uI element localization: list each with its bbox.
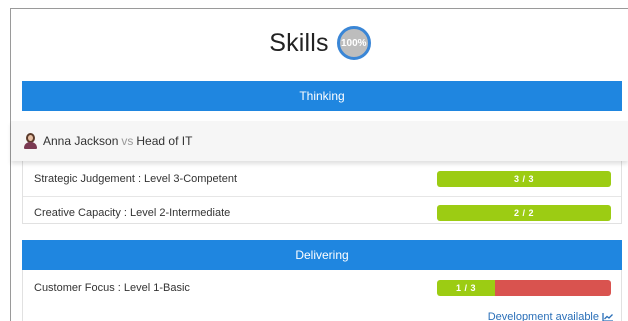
development-available-link[interactable]: Development available [488,311,614,321]
page-title: Skills [269,28,329,57]
avatar [23,133,37,149]
progress-fill: 1 / 3 [437,280,495,296]
comparison-bar: Anna Jackson vs Head of IT [11,121,628,161]
progress-fill: 3 / 3 [437,171,611,187]
section-panel-delivering: Customer Focus : Level 1-Basic 1 / 3 Dev… [22,270,622,321]
section-panel-thinking: Strategic Judgement : Level 3-Competent … [22,161,622,224]
development-link-label: Development available [487,311,599,321]
section-header-delivering[interactable]: Delivering [22,240,622,270]
skill-label: Customer Focus : Level 1-Basic [34,282,190,294]
vs-label: vs [121,134,134,148]
skill-progress-bar: 3 / 3 [437,171,611,187]
progress-text: 3 / 3 [513,174,534,184]
skill-row: Strategic Judgement : Level 3-Competent … [23,170,621,188]
title-row: Skills 100% [11,25,628,61]
progress-text: 2 / 2 [513,208,534,218]
progress-fill: 2 / 2 [437,205,611,221]
target-role: Head of IT [136,134,193,148]
skill-label: Strategic Judgement : Level 3-Competent [34,173,238,185]
trend-chart-icon [602,313,613,321]
skill-progress-bar: 1 / 3 [437,280,611,296]
skill-row: Customer Focus : Level 1-Basic 1 / 3 [23,279,621,297]
section-header-thinking[interactable]: Thinking [22,81,622,111]
skill-progress-bar: 2 / 2 [437,205,611,221]
score-badge: 100% [336,26,371,60]
skills-card: Skills 100% Thinking Strategic Judgement… [10,8,628,321]
progress-text: 1 / 3 [455,283,476,293]
row-divider [23,196,621,197]
skill-row: Creative Capacity : Level 2-Intermediate… [23,204,621,222]
progress-gap [494,280,611,296]
skill-label: Creative Capacity : Level 2-Intermediate [34,207,231,219]
user-name: Anna Jackson [43,134,119,148]
